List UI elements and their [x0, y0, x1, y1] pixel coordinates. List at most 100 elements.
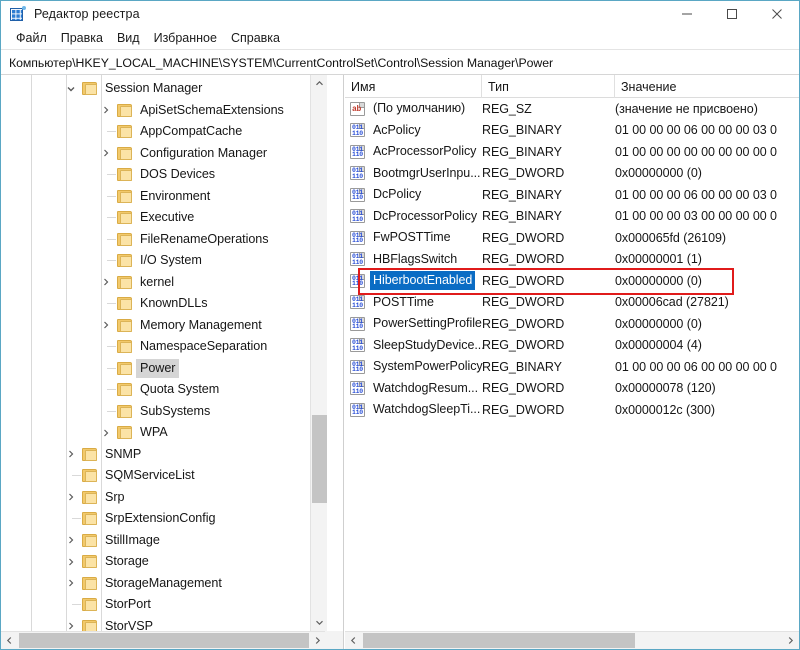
binary-value-icon: 011 110 [350, 230, 365, 245]
folder-icon [117, 404, 132, 418]
value-data: 0x00006cad (27821) [615, 295, 729, 310]
chevron-right-icon[interactable] [99, 318, 113, 332]
tree-item-wpa[interactable]: WPA [1, 422, 327, 444]
values-scroll-left-icon[interactable] [345, 632, 362, 649]
column-header-value[interactable]: Значение [615, 75, 799, 98]
chevron-right-icon[interactable] [64, 447, 78, 461]
tree-item-label: Memory Management [140, 317, 262, 332]
menu-bar: Файл Правка Вид Избранное Справка [1, 26, 799, 50]
values-horizontal-scrollbar[interactable] [345, 631, 799, 649]
scroll-left-icon[interactable] [1, 632, 18, 649]
table-row[interactable]: 011 110 POSTTime REG_DWORD 0x00006cad (27821… [345, 292, 799, 314]
table-row[interactable]: 011 110 DcProcessorPolicy REG_BINARY 01 00 0… [345, 206, 799, 228]
value-data: (значение не присвоено) [615, 101, 758, 116]
close-button[interactable] [754, 1, 799, 26]
tree-branch-dash [106, 346, 116, 348]
tree-item-environment[interactable]: Environment [1, 186, 327, 208]
tree-item-srpextensionconfig[interactable]: SrpExtensionConfig [1, 508, 327, 530]
folder-icon [117, 254, 132, 268]
tree-scroll-thumb[interactable] [312, 415, 327, 503]
tree-item-storagemanagement[interactable]: StorageManagement [1, 573, 327, 595]
chevron-right-icon[interactable] [99, 426, 113, 440]
folder-icon [117, 340, 132, 354]
chevron-right-icon[interactable] [64, 576, 78, 590]
tree-item-snmp[interactable]: SNMP [1, 444, 327, 466]
value-name: DcProcessorPolicy [373, 208, 478, 223]
tree-item-kernel[interactable]: kernel [1, 272, 327, 294]
scroll-right-icon[interactable] [309, 632, 326, 649]
folder-icon [117, 297, 132, 311]
scroll-down-icon[interactable] [311, 614, 328, 631]
tree-item-power[interactable]: Power [1, 358, 327, 380]
table-row[interactable]: 011 110 WatchdogResum... REG_DWORD 0x0000007… [345, 378, 799, 400]
menu-item-edit[interactable]: Правка [54, 29, 110, 47]
values-scroll-right-icon[interactable] [782, 632, 799, 649]
tree-item-knowndlls[interactable]: KnownDLLs [1, 293, 327, 315]
column-header-name[interactable]: Имя [345, 75, 482, 98]
tree-item-apisetschemaextensions[interactable]: ApiSetSchemaExtensions [1, 100, 327, 122]
minimize-button[interactable] [664, 1, 709, 26]
tree-vertical-scrollbar[interactable] [310, 75, 327, 631]
table-row[interactable]: 011 110 FwPOSTTime REG_DWORD 0x000065fd (261… [345, 227, 799, 249]
value-type: REG_DWORD [482, 166, 565, 181]
table-row[interactable]: ab (По умолчанию) REG_SZ (значение не присв… [345, 98, 799, 120]
tree-item-srp[interactable]: Srp [1, 487, 327, 509]
chevron-down-icon[interactable] [64, 82, 78, 96]
tree-branch-dash [106, 195, 116, 197]
tree-item-label: SQMServiceList [105, 468, 195, 483]
chevron-right-icon[interactable] [64, 619, 78, 631]
tree-item-quota-system[interactable]: Quota System [1, 379, 327, 401]
tree-item-session-manager[interactable]: Session Manager [1, 78, 327, 100]
tree-item-sqmservicelist[interactable]: SQMServiceList [1, 465, 327, 487]
table-row[interactable]: 011 110 DcPolicy REG_BINARY 01 00 00 00 06 0… [345, 184, 799, 206]
tree-item-filerenameoperations[interactable]: FileRenameOperations [1, 229, 327, 251]
folder-icon [82, 469, 97, 483]
table-row[interactable]: 011 110 SystemPowerPolicy REG_BINARY 01 00 0… [345, 356, 799, 378]
table-row[interactable]: 011 110 AcPolicy REG_BINARY 01 00 00 00 06 0… [345, 120, 799, 142]
menu-item-view[interactable]: Вид [110, 29, 147, 47]
tree-item-stillimage[interactable]: StillImage [1, 530, 327, 552]
table-row[interactable]: 011 110 PowerSettingProfile REG_DWORD 0x0000… [345, 313, 799, 335]
table-row[interactable]: 011 110 HBFlagsSwitch REG_DWORD 0x00000001 (… [345, 249, 799, 271]
tree-item-memory-management[interactable]: Memory Management [1, 315, 327, 337]
tree-item-dos-devices[interactable]: DOS Devices [1, 164, 327, 186]
chevron-right-icon[interactable] [99, 275, 113, 289]
tree-scroll-corner [325, 631, 343, 649]
menu-item-help[interactable]: Справка [224, 29, 287, 47]
values-hscroll-thumb[interactable] [363, 633, 635, 648]
registry-tree-pane[interactable]: Session Manager ApiSetSchemaExtensions App… [1, 75, 344, 649]
tree-item-storport[interactable]: StorPort [1, 594, 327, 616]
table-row[interactable]: 011 110 SleepStudyDevice... REG_DWORD 0x0000… [345, 335, 799, 357]
chevron-right-icon[interactable] [99, 146, 113, 160]
scroll-up-icon[interactable] [311, 75, 328, 92]
tree-item-namespaceseparation[interactable]: NamespaceSeparation [1, 336, 327, 358]
tree-item-subsystems[interactable]: SubSystems [1, 401, 327, 423]
chevron-right-icon[interactable] [64, 533, 78, 547]
tree-item-executive[interactable]: Executive [1, 207, 327, 229]
menu-item-file[interactable]: Файл [9, 29, 54, 47]
tree-item-configuration-manager[interactable]: Configuration Manager [1, 143, 327, 165]
table-row[interactable]: 011 110 HiberbootEnabled REG_DWORD 0x0000000… [345, 270, 799, 292]
chevron-right-icon[interactable] [64, 490, 78, 504]
tree-item-storage[interactable]: Storage [1, 551, 327, 573]
maximize-button[interactable] [709, 1, 754, 26]
folder-icon [82, 512, 97, 526]
table-row[interactable]: 011 110 AcProcessorPolicy REG_BINARY 01 00 0… [345, 141, 799, 163]
registry-values-pane[interactable]: Имя Тип Значение ab (По умолчанию) REG_SZ (… [345, 75, 799, 649]
menu-item-favorites[interactable]: Избранное [147, 29, 224, 47]
tree-item-i-o-system[interactable]: I/O System [1, 250, 327, 272]
chevron-right-icon[interactable] [64, 555, 78, 569]
tree-item-appcompatcache[interactable]: AppCompatCache [1, 121, 327, 143]
tree-horizontal-scrollbar[interactable] [1, 631, 343, 649]
table-row[interactable]: 011 110 WatchdogSleepTi... REG_DWORD 0x00000… [345, 399, 799, 421]
tree-item-label: StorPort [105, 597, 151, 612]
tree-hscroll-thumb[interactable] [19, 633, 309, 648]
chevron-right-icon[interactable] [99, 103, 113, 117]
tree-item-storvsp[interactable]: StorVSP [1, 616, 327, 631]
binary-value-icon: 011 110 [350, 338, 365, 353]
tree-item-label: I/O System [140, 253, 202, 268]
table-row[interactable]: 011 110 BootmgrUserInpu... REG_DWORD 0x00000… [345, 163, 799, 185]
address-bar[interactable]: Компьютер\HKEY_LOCAL_MACHINE\SYSTEM\Curr… [1, 51, 799, 75]
column-header-type[interactable]: Тип [482, 75, 615, 98]
binary-value-icon: 011 110 [350, 252, 365, 267]
